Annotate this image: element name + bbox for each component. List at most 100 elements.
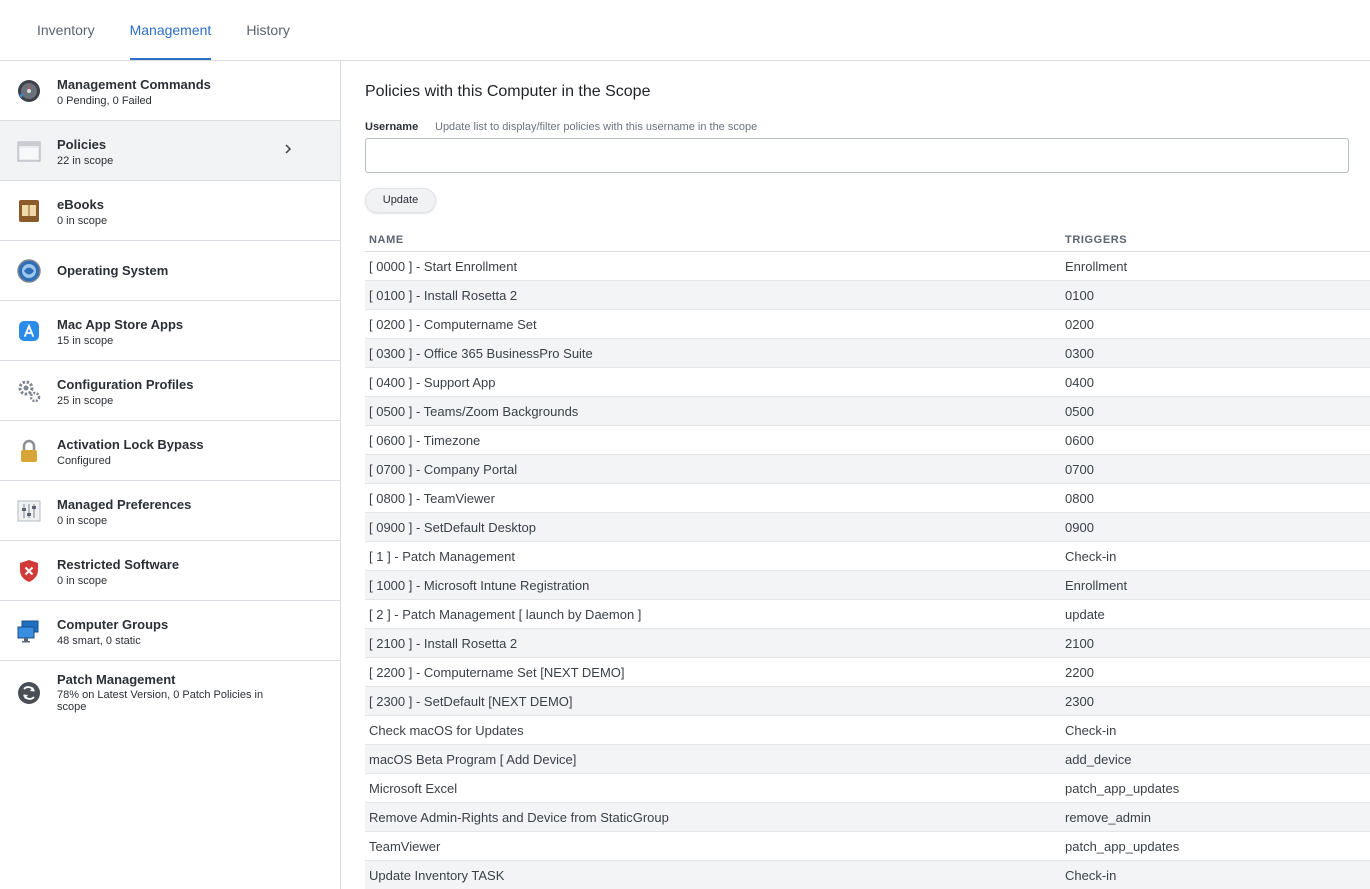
policy-trigger-cell: 0700 [1065,462,1094,477]
table-row[interactable]: [ 2 ] - Patch Management [ launch by Dae… [365,600,1370,629]
policy-name-cell[interactable]: Check macOS for Updates [369,723,524,738]
policy-name-cell[interactable]: [ 0900 ] - SetDefault Desktop [369,520,536,535]
gears-icon [16,378,42,404]
policy-name-cell[interactable]: [ 2200 ] - Computername Set [NEXT DEMO] [369,665,625,680]
table-row[interactable]: macOS Beta Program [ Add Device] add_devi… [365,745,1370,774]
policy-name-cell[interactable]: [ 1 ] - Patch Management [369,549,515,564]
update-button[interactable]: Update [365,188,436,213]
main-panel: Policies with this Computer in the Scope… [341,61,1370,889]
policy-name-cell[interactable]: [ 2 ] - Patch Management [ launch by Dae… [369,607,641,622]
sidebar-item-management-commands[interactable]: Management Commands 0 Pending, 0 Failed [0,61,340,121]
table-row[interactable]: [ 0900 ] - SetDefault Desktop 0900 [365,513,1370,542]
sidebar-item-subtitle: 0 in scope [57,575,108,587]
table-row[interactable]: Update Inventory TASK Check-in [365,861,1370,889]
sidebar-item-computer-groups[interactable]: Computer Groups 48 smart, 0 static [0,601,340,661]
sidebar-item-subtitle: 78% on Latest Version, 0 Patch Policies … [57,689,264,713]
policy-trigger-cell: 0800 [1065,491,1094,506]
tabs: Inventory Management History [37,0,325,60]
table-row[interactable]: [ 0400 ] - Support App 0400 [365,368,1370,397]
policy-name-cell[interactable]: Microsoft Excel [369,781,457,796]
policy-name-cell[interactable]: TeamViewer [369,839,440,854]
policy-name-cell[interactable]: Update Inventory TASK [369,868,504,883]
table-row[interactable]: [ 0500 ] - Teams/Zoom Backgrounds 0500 [365,397,1370,426]
policy-name-cell[interactable]: [ 0700 ] - Company Portal [369,462,517,477]
sidebar-item-ebooks[interactable]: eBooks 0 in scope [0,181,340,241]
policy-name-cell[interactable]: [ 0100 ] - Install Rosetta 2 [369,288,517,303]
table-row[interactable]: [ 0300 ] - Office 365 BusinessPro Suite 0… [365,339,1370,368]
policy-trigger-cell: 2300 [1065,694,1094,709]
policy-trigger-cell: 0500 [1065,404,1094,419]
sidebar-item-title: Managed Preferences [57,497,192,512]
policy-name-cell[interactable]: [ 0000 ] - Start Enrollment [369,259,517,274]
lock-icon [16,438,42,464]
top-tab-bar: Inventory Management History [0,0,1370,61]
policy-name-cell[interactable]: [ 0200 ] - Computername Set [369,317,537,332]
policy-name-cell[interactable]: Remove Admin-Rights and Device from Stat… [369,810,669,825]
table-row[interactable]: [ 0200 ] - Computername Set 0200 [365,310,1370,339]
tab-management[interactable]: Management [129,0,211,60]
username-help-text: Update list to display/filter policies w… [435,121,758,133]
table-row[interactable]: [ 0100 ] - Install Rosetta 2 0100 [365,281,1370,310]
policy-trigger-cell: Check-in [1065,549,1117,564]
policy-trigger-cell: 2100 [1065,636,1094,651]
tab-history[interactable]: History [246,0,290,60]
policy-name-cell[interactable]: [ 1000 ] - Microsoft Intune Registration [369,578,589,593]
patch-icon [16,680,42,706]
ebooks-icon [16,198,42,224]
sidebar-item-subtitle: 48 smart, 0 static [57,635,141,647]
policy-name-cell[interactable]: [ 0800 ] - TeamViewer [369,491,495,506]
sidebar-item-title: Management Commands [57,77,211,92]
table-row[interactable]: [ 0800 ] - TeamViewer 0800 [365,484,1370,513]
sidebar-item-title: Configuration Profiles [57,377,194,392]
table-row[interactable]: [ 2100 ] - Install Rosetta 2 2100 [365,629,1370,658]
table-row[interactable]: [ 0000 ] - Start Enrollment Enrollment [365,252,1370,281]
policy-name-cell[interactable]: [ 2100 ] - Install Rosetta 2 [369,636,517,651]
operating-system-icon [16,258,42,284]
sidebar-item-mac-app-store-apps[interactable]: Mac App Store Apps 15 in scope [0,301,340,361]
sidebar-item-configuration-profiles[interactable]: Configuration Profiles 25 in scope [0,361,340,421]
sidebar-item-title: Mac App Store Apps [57,317,184,332]
sidebar-item-policies[interactable]: Policies 22 in scope [0,121,340,181]
policies-table: NAME TRIGGERS [ 0000 ] - Start Enrollmen… [365,224,1370,889]
policy-trigger-cell: Check-in [1065,868,1117,883]
app-store-icon [16,318,42,344]
policy-name-cell[interactable]: [ 0600 ] - Timezone [369,433,480,448]
policy-trigger-cell: Enrollment [1065,259,1128,274]
policy-trigger-cell: add_device [1065,752,1132,767]
table-row[interactable]: [ 0700 ] - Company Portal 0700 [365,455,1370,484]
table-row[interactable]: TeamViewer patch_app_updates [365,832,1370,861]
policy-name-cell[interactable]: [ 0400 ] - Support App [369,375,495,390]
table-row[interactable]: Check macOS for Updates Check-in [365,716,1370,745]
policy-trigger-cell: 0200 [1065,317,1094,332]
sidebar-item-managed-preferences[interactable]: Managed Preferences 0 in scope [0,481,340,541]
policy-trigger-cell: 0600 [1065,433,1094,448]
sidebar-item-restricted-software[interactable]: Restricted Software 0 in scope [0,541,340,601]
tab-inventory[interactable]: Inventory [37,0,95,60]
column-header-triggers[interactable]: TRIGGERS [1065,234,1127,246]
table-row[interactable]: [ 2200 ] - Computername Set [NEXT DEMO] 2… [365,658,1370,687]
policy-name-cell[interactable]: [ 2300 ] - SetDefault [NEXT DEMO] [369,694,573,709]
table-row[interactable]: Microsoft Excel patch_app_updates [365,774,1370,803]
policy-name-cell[interactable]: macOS Beta Program [ Add Device] [369,752,576,767]
table-row[interactable]: [ 2300 ] - SetDefault [NEXT DEMO] 2300 [365,687,1370,716]
policy-trigger-cell: 0300 [1065,346,1094,361]
computer-groups-icon [16,618,42,644]
policy-trigger-cell: Enrollment [1065,578,1128,593]
table-row[interactable]: Remove Admin-Rights and Device from Stat… [365,803,1370,832]
table-row[interactable]: [ 0600 ] - Timezone 0600 [365,426,1370,455]
sidebar-item-operating-system[interactable]: Operating System [0,241,340,301]
sidebar-item-activation-lock-bypass[interactable]: Activation Lock Bypass Configured [0,421,340,481]
username-input[interactable] [365,138,1349,173]
sidebar-item-subtitle: 0 Pending, 0 Failed [57,95,152,107]
table-header: NAME TRIGGERS [365,224,1370,252]
sidebar-item-title: eBooks [57,197,104,212]
policy-trigger-cell: 0100 [1065,288,1094,303]
policy-name-cell[interactable]: [ 0300 ] - Office 365 BusinessPro Suite [369,346,593,361]
policy-name-cell[interactable]: [ 0500 ] - Teams/Zoom Backgrounds [369,404,578,419]
table-row[interactable]: [ 1000 ] - Microsoft Intune Registration… [365,571,1370,600]
sidebar-item-title: Policies [57,137,107,152]
table-row[interactable]: [ 1 ] - Patch Management Check-in [365,542,1370,571]
management-commands-icon [16,78,42,104]
sidebar-item-patch-management[interactable]: Patch Management 78% on Latest Version, … [0,661,340,731]
column-header-name[interactable]: NAME [369,234,404,246]
